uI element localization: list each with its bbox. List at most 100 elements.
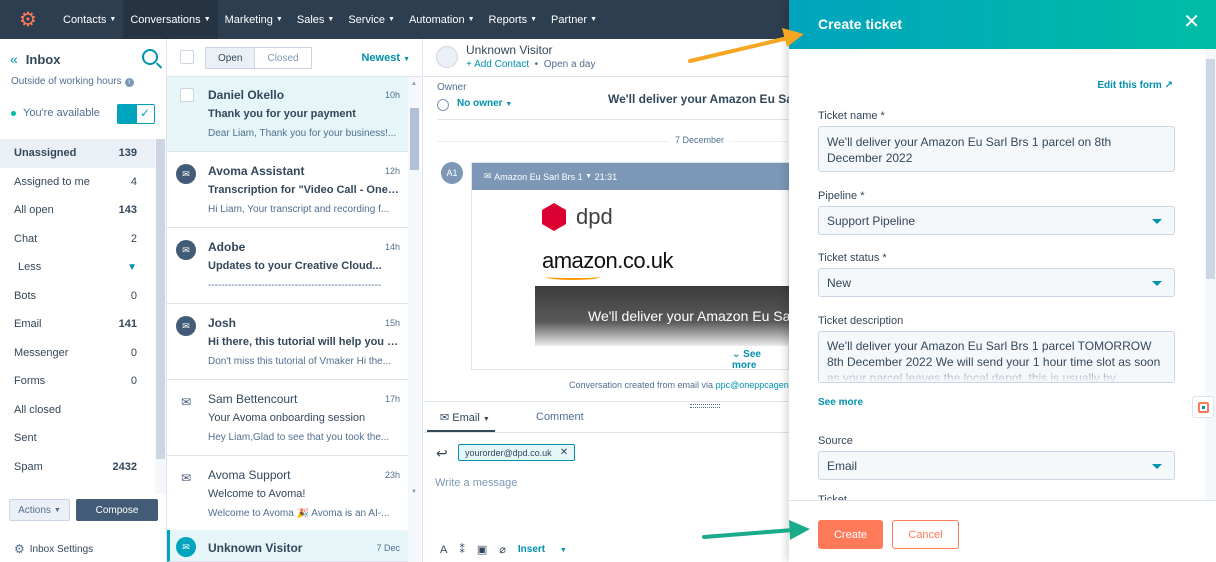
- ticket-name-input[interactable]: We'll deliver your Amazon Eu Sarl Brs 1 …: [818, 126, 1175, 172]
- nav-service[interactable]: Service ▼: [341, 0, 402, 39]
- attachment-icon[interactable]: ⌀: [499, 543, 506, 556]
- add-contact-link[interactable]: + Add Contact: [466, 59, 529, 70]
- nav-contacts[interactable]: Contacts ▼: [56, 0, 123, 39]
- nav-marketing[interactable]: Marketing ▼: [218, 0, 290, 39]
- panel-title: Create ticket: [818, 16, 903, 32]
- cancel-button[interactable]: Cancel: [892, 520, 959, 549]
- see-more-link[interactable]: ⌄ See more: [732, 349, 788, 371]
- tab-comment[interactable]: Comment: [536, 411, 584, 423]
- personalize-icon[interactable]: ⁑: [459, 543, 465, 556]
- view-unassigned[interactable]: Unassigned 139: [0, 139, 155, 168]
- select-all-checkbox[interactable]: [180, 50, 194, 64]
- nav-automation[interactable]: Automation ▼: [402, 0, 482, 39]
- pipeline-select[interactable]: Support Pipeline: [818, 206, 1175, 235]
- sender-name: Josh: [208, 316, 237, 330]
- scroll-down-icon[interactable]: ▼: [411, 489, 417, 495]
- inbox-settings-link[interactable]: ⚙ Inbox Settings: [14, 542, 93, 556]
- sidebar-scrollbar[interactable]: [155, 139, 166, 494]
- view-assigned-to-me[interactable]: Assigned to me 4: [0, 168, 155, 197]
- panel-scrollbar[interactable]: [1205, 49, 1216, 500]
- list-item[interactable]: ✉ Adobe 14h Updates to your Creative Clo…: [167, 229, 408, 304]
- list-item[interactable]: Daniel Okello 10h Thank you for your pay…: [167, 77, 408, 152]
- list-scrollbar[interactable]: ▲ ▼: [408, 77, 421, 562]
- source-select[interactable]: Email: [818, 451, 1175, 480]
- view-sent[interactable]: Sent: [0, 424, 155, 453]
- nav-conversations[interactable]: Conversations ▼: [123, 0, 218, 39]
- chevron-down-icon: ▼: [53, 506, 61, 514]
- text-format-icon[interactable]: A: [440, 544, 447, 556]
- view-bots[interactable]: Bots 0: [0, 282, 155, 311]
- chevron-down-icon: ▼: [327, 16, 335, 23]
- timestamp: 12h: [384, 166, 400, 176]
- chevron-down-icon: ⌄: [732, 349, 741, 360]
- scroll-thumb[interactable]: [156, 139, 165, 459]
- info-icon[interactable]: i: [124, 78, 134, 87]
- source-label: Source: [818, 435, 853, 447]
- sender-name: Daniel Okello: [208, 88, 285, 102]
- subject: Your Avoma onboarding session: [208, 412, 366, 424]
- resize-handle[interactable]: [690, 404, 720, 408]
- scroll-thumb[interactable]: [410, 108, 419, 170]
- image-icon[interactable]: ▣: [477, 543, 487, 556]
- chat-widget-icon[interactable]: [1192, 396, 1214, 418]
- ticket-description-label: Ticket description: [818, 315, 904, 327]
- actions-button[interactable]: Actions ▼: [9, 499, 70, 521]
- timestamp: 15h: [384, 318, 400, 328]
- reply-icon[interactable]: ↩: [436, 445, 448, 462]
- sort-dropdown[interactable]: Newest ▼: [361, 52, 410, 64]
- insert-dropdown[interactable]: Insert ▼: [518, 544, 579, 555]
- sender-avatar: A1: [441, 162, 463, 184]
- chevron-down-icon: ▼: [559, 547, 567, 554]
- tab-email[interactable]: ✉ Email ▼: [440, 411, 490, 424]
- view-all-open[interactable]: All open 143: [0, 196, 155, 225]
- nav-sales[interactable]: Sales ▼: [290, 0, 341, 39]
- email-message: ✉ Amazon Eu Sarl Brs 1 ▼ 21:31 dpd amazo…: [471, 162, 790, 371]
- view-email[interactable]: Email 141: [0, 310, 155, 339]
- list-item[interactable]: ✉ Sam Bettencourt 17h Your Avoma onboard…: [167, 381, 408, 456]
- pipeline-label: Pipeline *: [818, 190, 865, 202]
- search-icon[interactable]: [142, 49, 158, 65]
- nav-reports[interactable]: Reports ▼: [482, 0, 544, 39]
- email-icon: ✉: [484, 171, 492, 181]
- scroll-up-icon[interactable]: ▲: [411, 81, 417, 87]
- view-all-closed[interactable]: All closed: [0, 396, 155, 425]
- close-icon[interactable]: ✕: [1183, 12, 1200, 32]
- see-more-link[interactable]: See more: [818, 397, 863, 408]
- preview: Hey Liam,Glad to see that you took the..…: [208, 432, 390, 443]
- tab-open[interactable]: Open: [205, 47, 256, 69]
- collapse-icon[interactable]: «: [10, 51, 18, 67]
- view-less-toggle[interactable]: Less ▼: [0, 253, 155, 282]
- list-item[interactable]: ✉ Avoma Support 23h Welcome to Avoma! We…: [167, 457, 408, 532]
- tab-closed[interactable]: Closed: [255, 47, 312, 69]
- chevron-down-icon: ▼: [275, 16, 283, 23]
- view-chat[interactable]: Chat 2: [0, 225, 155, 254]
- message-header[interactable]: ✉ Amazon Eu Sarl Brs 1 ▼ 21:31: [472, 163, 790, 190]
- chevron-down-icon: ▼: [403, 56, 410, 63]
- subject: Thank you for your payment: [208, 108, 356, 120]
- compose-button[interactable]: Compose: [76, 499, 158, 521]
- list-item[interactable]: ✉ Josh 15h Hi there, this tutorial will …: [167, 305, 408, 380]
- email-icon: ✉: [176, 316, 196, 336]
- scroll-thumb[interactable]: [1206, 59, 1215, 279]
- list-item[interactable]: ✉ Avoma Assistant 12h Transcription for …: [167, 153, 408, 228]
- create-button[interactable]: Create: [818, 520, 883, 549]
- ticket-description-input[interactable]: We'll deliver your Amazon Eu Sarl Brs 1 …: [818, 331, 1175, 383]
- user-icon: [437, 99, 449, 111]
- recipient-chip[interactable]: yourorder@dpd.co.uk ✕: [458, 444, 576, 461]
- ticket-status-select[interactable]: New: [818, 268, 1175, 297]
- owner-dropdown[interactable]: No owner ▼: [457, 98, 512, 109]
- dpd-cube-icon: [542, 203, 566, 231]
- view-spam[interactable]: Spam 2432: [0, 453, 155, 482]
- subject: Updates to your Creative Cloud...: [208, 260, 382, 272]
- row-checkbox[interactable]: [180, 88, 194, 102]
- view-forms[interactable]: Forms 0: [0, 367, 155, 396]
- edit-form-link[interactable]: Edit this form ↗: [1097, 80, 1173, 91]
- nav-partner[interactable]: Partner ▼: [544, 0, 604, 39]
- view-messenger[interactable]: Messenger 0: [0, 339, 155, 368]
- list-item-selected[interactable]: ✉ Unknown Visitor 7 Dec: [167, 530, 408, 562]
- close-icon[interactable]: ✕: [560, 447, 568, 458]
- hubspot-logo-icon[interactable]: ⚙: [0, 0, 56, 39]
- availability-toggle[interactable]: ✓: [117, 104, 155, 124]
- message-input[interactable]: Write a message: [435, 477, 517, 489]
- conversation-thread: Unknown Visitor + Add Contact • Open a d…: [424, 39, 801, 562]
